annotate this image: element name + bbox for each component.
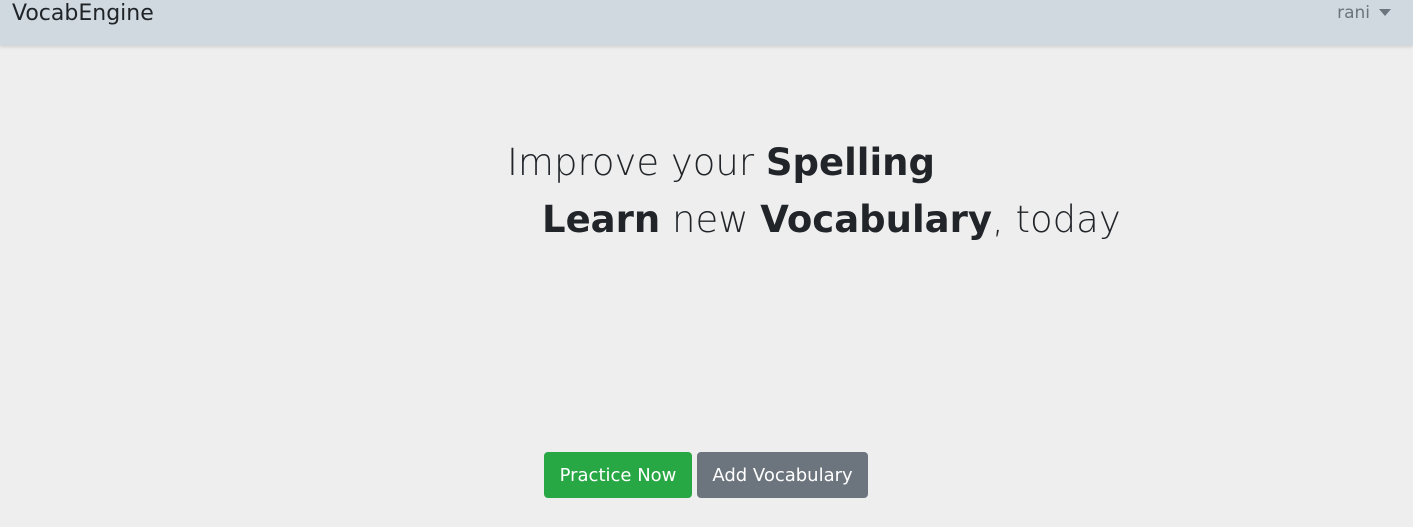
hero-line-2-word1: Learn (542, 198, 661, 241)
hero-line-1: Improve your Spelling (507, 140, 935, 186)
hero-line-2-middle: new (660, 198, 761, 241)
hero-line-2-suffix: , today (992, 198, 1121, 241)
hero-line-2-word2: Vocabulary (760, 198, 993, 241)
brand-logo[interactable]: VocabEngine (12, 0, 154, 28)
add-vocabulary-button[interactable]: Add Vocabulary (697, 452, 868, 498)
user-name: rani (1337, 3, 1370, 23)
hero-line-1-emphasis: Spelling (765, 141, 935, 184)
top-navbar: VocabEngine rani (0, 0, 1413, 45)
caret-down-icon (1379, 8, 1391, 16)
user-menu[interactable]: rani (1337, 2, 1391, 24)
hero-line-2: Learn new Vocabulary, today (542, 197, 1121, 243)
hero-line-1-prefix: Improve your (507, 141, 766, 184)
practice-now-button[interactable]: Practice Now (544, 452, 692, 498)
